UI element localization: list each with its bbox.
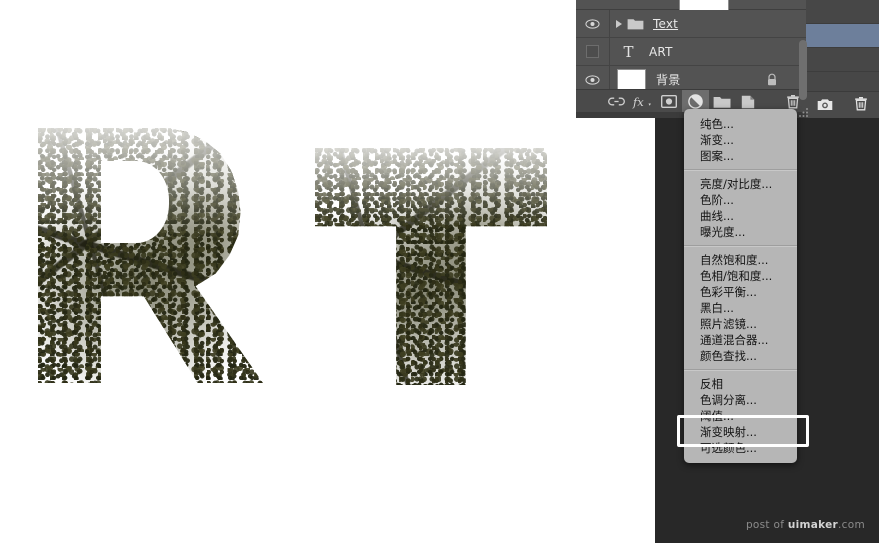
menu-item-levels[interactable]: 色阶...	[684, 192, 797, 208]
document-canvas[interactable]	[0, 0, 655, 543]
panel-resize-grip[interactable]	[797, 104, 811, 118]
adjustment-icon	[688, 94, 703, 109]
eye-icon	[585, 74, 600, 85]
letter-t-canopy	[315, 148, 547, 227]
link-icon	[608, 97, 625, 106]
history-panel-toolbar[interactable]	[806, 91, 879, 118]
layer-row[interactable]	[576, 0, 806, 13]
menu-item-gradient[interactable]: 渐变...	[684, 132, 797, 148]
folder-icon	[627, 19, 644, 30]
layer-row-art[interactable]: T ART	[576, 38, 806, 66]
layer-style-button[interactable]: fx	[630, 90, 656, 113]
layer-name-background[interactable]: 背景	[656, 71, 680, 88]
history-row[interactable]	[806, 48, 879, 72]
menu-item-channel-mixer[interactable]: 通道混合器...	[684, 332, 797, 348]
menu-item-hue-saturation[interactable]: 色相/饱和度...	[684, 268, 797, 284]
delete-history-button[interactable]	[854, 96, 868, 115]
type-layer-icon: T	[623, 42, 634, 61]
menu-item-gradient-map[interactable]: 渐变映射...	[684, 424, 797, 440]
grip-icon	[799, 108, 808, 117]
eye-icon	[585, 18, 600, 29]
menu-item-vibrance[interactable]: 自然饱和度...	[684, 252, 797, 268]
menu-item-color-lookup[interactable]: 颜色查找...	[684, 348, 797, 364]
history-row[interactable]	[806, 0, 879, 24]
layer-name-art[interactable]: ART	[649, 45, 673, 59]
screenshot-root: Text T ART 背景 fx 纯色... 渐变... 图案... 亮度/对比…	[0, 0, 879, 543]
mask-icon	[661, 95, 678, 108]
menu-separator	[684, 369, 797, 371]
menu-item-brightness-contrast[interactable]: 亮度/对比度...	[684, 176, 797, 192]
menu-item-photo-filter[interactable]: 照片滤镜...	[684, 316, 797, 332]
layer-thumbnail-background[interactable]	[617, 68, 646, 91]
menu-separator	[684, 169, 797, 171]
menu-item-color-balance[interactable]: 色彩平衡...	[684, 284, 797, 300]
history-row-selected[interactable]	[806, 24, 879, 48]
new-layer-icon	[742, 95, 755, 108]
menu-item-invert[interactable]: 反相	[684, 376, 797, 392]
menu-item-pattern[interactable]: 图案...	[684, 148, 797, 164]
watermark-suffix: .com	[838, 519, 865, 531]
menu-item-threshold[interactable]: 阈值...	[684, 408, 797, 424]
menu-item-curves[interactable]: 曲线...	[684, 208, 797, 224]
menu-item-exposure[interactable]: 曝光度...	[684, 224, 797, 240]
layer-name-text[interactable]: Text	[653, 17, 678, 31]
layer-row-text-group[interactable]: Text	[576, 10, 806, 38]
layer-mask-button[interactable]	[656, 90, 682, 113]
eye-off-icon	[586, 45, 599, 58]
folder-icon	[713, 96, 731, 108]
fx-icon: fx	[632, 95, 651, 109]
watermark-brand: uimaker	[787, 519, 839, 531]
svg-text:fx: fx	[632, 95, 644, 109]
menu-separator	[684, 245, 797, 247]
artwork-letter-t	[315, 148, 547, 385]
watermark: post of uimaker.com	[746, 519, 865, 531]
watermark-prefix: post of	[745, 519, 788, 531]
new-snapshot-button[interactable]	[817, 96, 833, 115]
menu-item-posterize[interactable]: 色调分离...	[684, 392, 797, 408]
layer-visibility-toggle[interactable]	[576, 10, 610, 37]
layer-visibility-toggle[interactable]	[576, 38, 610, 65]
new-adjustment-layer-menu[interactable]: 纯色... 渐变... 图案... 亮度/对比度... 色阶... 曲线... …	[684, 109, 797, 463]
lock-icon	[768, 73, 776, 86]
link-layers-button[interactable]	[603, 90, 629, 113]
scrollbar-thumb[interactable]	[799, 40, 807, 100]
trash-icon	[855, 96, 868, 110]
expand-arrow-icon[interactable]	[616, 19, 622, 28]
camera-icon	[817, 98, 833, 110]
menu-item-solid-color[interactable]: 纯色...	[684, 116, 797, 132]
letter-r-counter	[101, 161, 169, 243]
menu-item-black-white[interactable]: 黑白...	[684, 300, 797, 316]
menu-item-selective-color[interactable]: 可选颜色...	[684, 440, 797, 456]
artwork-letter-r	[38, 128, 263, 383]
history-panel[interactable]	[806, 0, 879, 118]
